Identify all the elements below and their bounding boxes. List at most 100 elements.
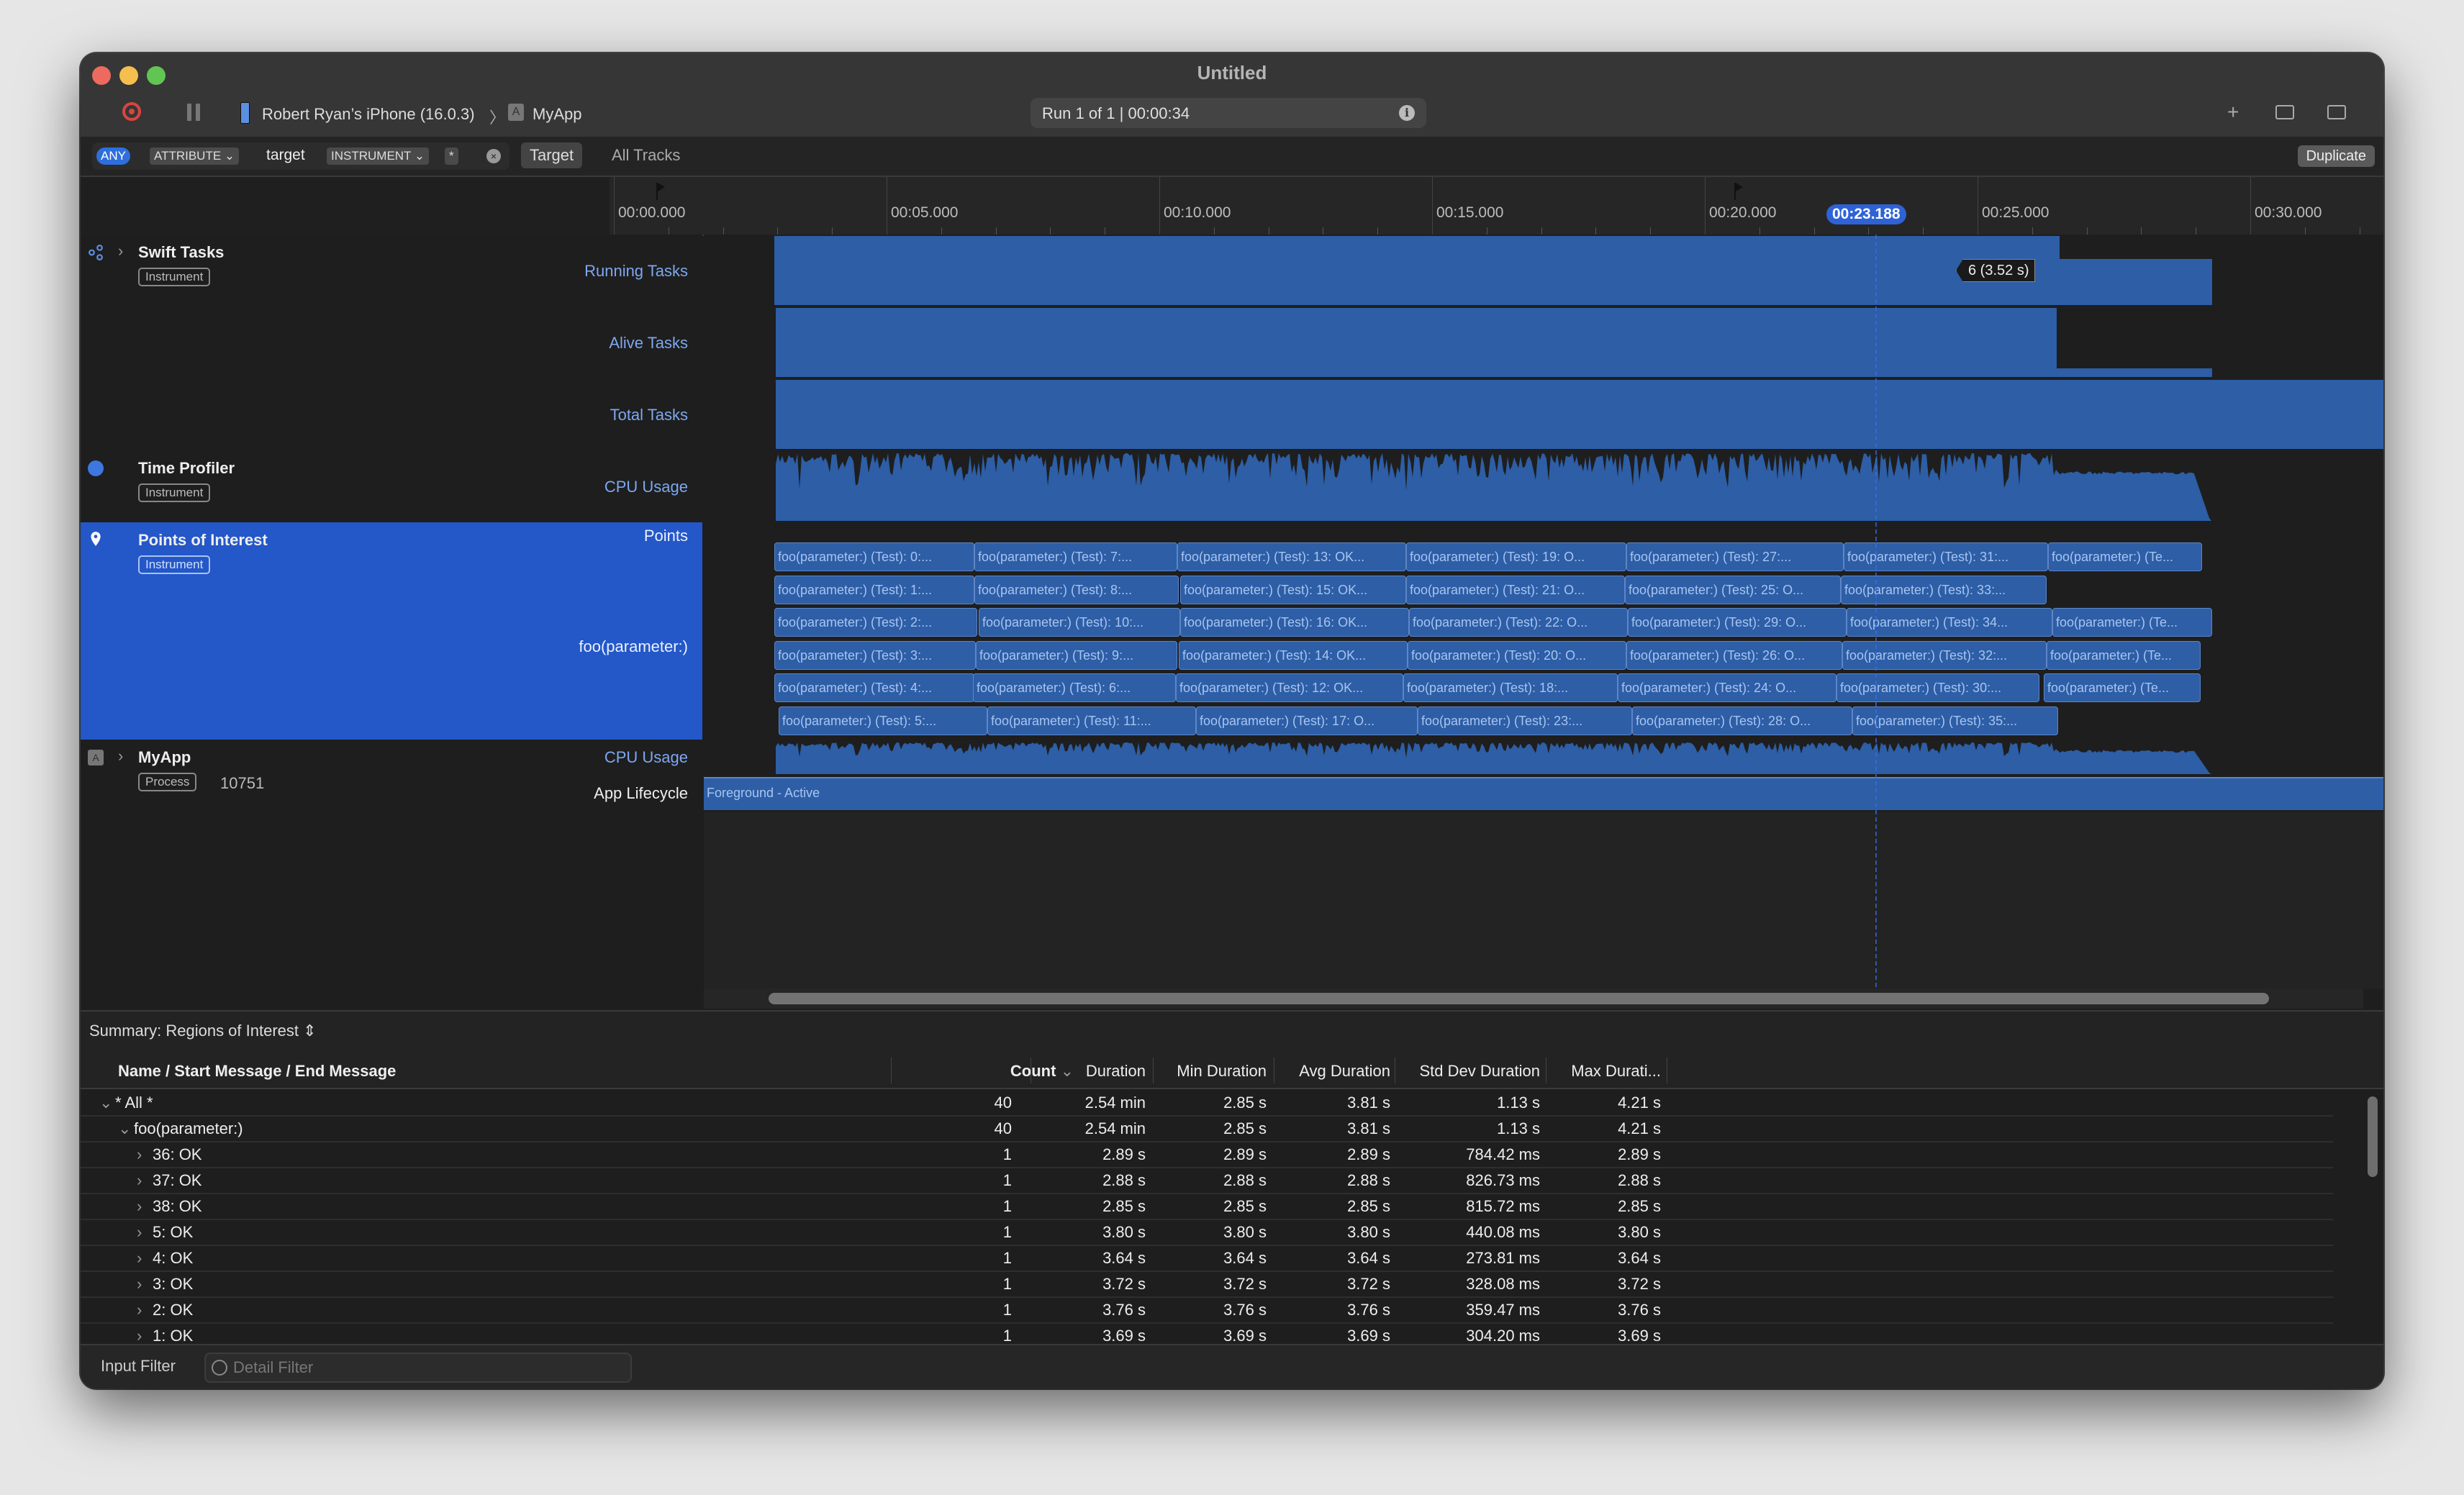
attribute-token[interactable]: ATTRIBUTE ⌄ xyxy=(150,147,240,165)
target-tab[interactable]: Target xyxy=(521,142,583,168)
all-tracks-tab[interactable]: All Tracks xyxy=(603,142,689,168)
poi-region[interactable]: foo(parameter:) (Te... xyxy=(2047,640,2201,670)
playhead-time[interactable]: 00:23.188 xyxy=(1826,204,1906,224)
column-std-dev-duration[interactable]: Std Dev Duration xyxy=(1399,1062,1540,1081)
instrument-value[interactable]: * xyxy=(445,147,458,165)
poi-region[interactable]: foo(parameter:) (Test): 23:... xyxy=(1418,706,1632,735)
chevron-right-icon[interactable]: › xyxy=(137,1223,142,1242)
table-row[interactable]: › 38: OK 1 2.85 s 2.85 s 2.85 s 815.72 ms 2.85 … xyxy=(81,1193,2333,1220)
poi-region[interactable]: foo(parameter:) (Test): 25: O... xyxy=(1625,575,1841,604)
poi-region[interactable]: foo(parameter:) (Test): 17: O... xyxy=(1196,706,1418,735)
column-max-duration[interactable]: Max Durati... xyxy=(1550,1062,1661,1081)
chevron-right-icon[interactable]: › xyxy=(137,1301,142,1319)
timeline-horizontal-scrollbar[interactable] xyxy=(704,989,2363,1009)
poi-region[interactable]: foo(parameter:) (Test): 26: O... xyxy=(1626,640,1842,670)
poi-region[interactable]: foo(parameter:) (Test): 5:... xyxy=(779,706,987,735)
track-time-profiler[interactable]: Time Profiler Instrument CPU Usage xyxy=(81,450,702,524)
chevron-right-icon[interactable]: › xyxy=(137,1275,142,1294)
track-points-of-interest[interactable]: Points of Interest Instrument Points foo… xyxy=(81,522,702,741)
table-vertical-scrollbar[interactable] xyxy=(2368,1096,2378,1177)
record-button[interactable] xyxy=(122,102,141,121)
table-row[interactable]: › 37: OK 1 2.88 s 2.88 s 2.88 s 826.73 ms 2.88 … xyxy=(81,1167,2333,1194)
poi-region[interactable]: foo(parameter:) (Test): 12: OK... xyxy=(1176,673,1403,703)
chevron-down-icon[interactable]: ⌄ xyxy=(118,1119,131,1138)
table-row[interactable]: › 5: OK 1 3.80 s 3.80 s 3.80 s 440.08 ms 3.80 s xyxy=(81,1219,2333,1246)
column-min-duration[interactable]: Min Duration xyxy=(1157,1062,1267,1081)
poi-region[interactable]: foo(parameter:) (Test): 35:... xyxy=(1852,706,2058,735)
poi-region[interactable]: foo(parameter:) (Te... xyxy=(2044,673,2201,703)
poi-region[interactable]: foo(parameter:) (Test): 8:... xyxy=(974,575,1179,604)
attribute-value[interactable]: target xyxy=(262,147,309,164)
device-selector[interactable]: Robert Ryan’s iPhone (16.0.3) xyxy=(262,105,475,124)
chevron-right-icon[interactable]: › xyxy=(118,747,123,765)
poi-region[interactable]: foo(parameter:) (Test): 11:... xyxy=(987,706,1196,735)
filter-any-token[interactable]: ANY xyxy=(96,147,130,165)
poi-region[interactable]: foo(parameter:) (Test): 32:... xyxy=(1842,640,2047,670)
poi-region[interactable]: foo(parameter:) (Test): 13: OK... xyxy=(1177,542,1406,571)
poi-region[interactable]: foo(parameter:) (Test): 24: O... xyxy=(1618,673,1836,703)
detail-filter-field[interactable] xyxy=(204,1353,632,1383)
clear-filter-icon[interactable]: × xyxy=(486,149,501,163)
add-instrument-icon[interactable]: + xyxy=(2227,101,2239,124)
poi-region[interactable]: foo(parameter:) (Test): 27:... xyxy=(1626,542,1844,571)
scrollbar-thumb[interactable] xyxy=(769,993,2269,1004)
poi-region[interactable]: foo(parameter:) (Test): 21: O... xyxy=(1406,575,1625,604)
table-row[interactable]: › 3: OK 1 3.72 s 3.72 s 3.72 s 328.08 ms 3.72 s xyxy=(81,1271,2333,1298)
myapp-graph[interactable]: Foreground - Active xyxy=(704,740,2383,813)
poi-region[interactable]: foo(parameter:) (Test): 31:... xyxy=(1844,542,2048,571)
playhead-line[interactable] xyxy=(1875,235,1878,1009)
column-avg-duration[interactable]: Avg Duration xyxy=(1278,1062,1390,1081)
poi-region[interactable]: foo(parameter:) (Test): 20: O... xyxy=(1408,640,1626,670)
poi-region[interactable]: foo(parameter:) (Test): 10:... xyxy=(979,608,1180,637)
poi-region[interactable]: foo(parameter:) (Te... xyxy=(2048,542,2202,571)
chevron-right-icon[interactable]: › xyxy=(118,242,123,260)
track-swift-tasks[interactable]: › Swift Tasks Instrument Running Tasks A… xyxy=(81,235,702,452)
poi-region[interactable]: foo(parameter:) (Test): 16: OK... xyxy=(1180,608,1409,637)
chevron-right-icon[interactable]: › xyxy=(137,1327,142,1345)
poi-region[interactable]: foo(parameter:) (Test): 1:... xyxy=(774,575,974,604)
poi-region[interactable]: foo(parameter:) (Test): 3:... xyxy=(774,640,976,670)
detail-filter-input[interactable] xyxy=(232,1357,623,1378)
target-app-selector[interactable]: MyApp xyxy=(533,105,581,124)
poi-region[interactable]: foo(parameter:) (Test): 18:... xyxy=(1403,673,1618,703)
info-icon[interactable]: i xyxy=(1399,105,1415,121)
poi-region[interactable]: foo(parameter:) (Test): 6:... xyxy=(973,673,1176,703)
poi-region[interactable]: foo(parameter:) (Te... xyxy=(2052,608,2212,637)
run-selector[interactable]: Run 1 of 1 | 00:00:34 i xyxy=(1031,98,1426,128)
timeline-ruler[interactable]: 00:00.000 00:05.000 00:10.000 00:15.000 00:2… xyxy=(81,177,2383,236)
pause-button[interactable] xyxy=(187,104,200,121)
toggle-detail-pane-icon[interactable] xyxy=(2275,105,2294,119)
time-profiler-graph[interactable] xyxy=(704,450,2383,524)
poi-region[interactable]: foo(parameter:) (Test): 15: OK... xyxy=(1180,575,1406,604)
poi-region[interactable]: foo(parameter:) (Test): 9:... xyxy=(976,640,1177,670)
duplicate-button[interactable]: Duplicate xyxy=(2297,145,2375,167)
lifecycle-bar[interactable]: Foreground - Active xyxy=(704,777,2383,810)
poi-region[interactable]: foo(parameter:) (Test): 33:... xyxy=(1841,575,2047,604)
flag-marker-icon[interactable] xyxy=(656,183,665,200)
detail-view-selector[interactable]: Summary: Regions of Interest ⇕ xyxy=(89,1022,317,1040)
input-filter-label[interactable]: Input Filter xyxy=(101,1357,176,1376)
instrument-token[interactable]: INSTRUMENT ⌄ xyxy=(327,147,430,165)
poi-region[interactable]: foo(parameter:) (Test): 2:... xyxy=(774,608,977,637)
swift-tasks-graph[interactable]: 6 (3.52 s) xyxy=(704,235,2383,452)
poi-region[interactable]: foo(parameter:) (Test): 7:... xyxy=(974,542,1177,571)
chevron-down-icon[interactable]: ⌄ xyxy=(99,1094,112,1112)
flag-marker-icon[interactable] xyxy=(1734,183,1743,200)
toggle-inspector-icon[interactable] xyxy=(2327,105,2346,119)
poi-region[interactable]: foo(parameter:) (Test): 28: O... xyxy=(1632,706,1852,735)
table-row[interactable]: ⌄ * All * 40 2.54 min 2.85 s 3.81 s 1.13 s 4.21… xyxy=(81,1089,2333,1117)
column-name[interactable]: Name / Start Message / End Message xyxy=(118,1062,396,1081)
poi-region[interactable]: foo(parameter:) (Test): 4:... xyxy=(774,673,974,703)
column-duration[interactable]: Duration xyxy=(1038,1062,1146,1081)
table-row[interactable]: ⌄ foo(parameter:) 40 2.54 min 2.85 s 3.81 s 1.… xyxy=(81,1115,2333,1142)
poi-region[interactable]: foo(parameter:) (Test): 14: OK... xyxy=(1179,640,1408,670)
points-of-interest-graph[interactable]: foo(parameter:) (Test): 0:... foo(paramet… xyxy=(704,522,2383,741)
table-row[interactable]: › 4: OK 1 3.64 s 3.64 s 3.64 s 273.81 ms 3.64 s xyxy=(81,1245,2333,1272)
poi-region[interactable]: foo(parameter:) (Test): 22: O... xyxy=(1409,608,1628,637)
poi-region[interactable]: foo(parameter:) (Test): 29: O... xyxy=(1628,608,1847,637)
poi-region[interactable]: foo(parameter:) (Test): 30:... xyxy=(1836,673,2039,703)
chevron-right-icon[interactable]: › xyxy=(137,1249,142,1268)
poi-region[interactable]: foo(parameter:) (Test): 0:... xyxy=(774,542,974,571)
track-myapp[interactable]: A › MyApp Process 10751 CPU Usage App Li… xyxy=(81,740,702,813)
poi-region[interactable]: foo(parameter:) (Test): 19: O... xyxy=(1406,542,1626,571)
